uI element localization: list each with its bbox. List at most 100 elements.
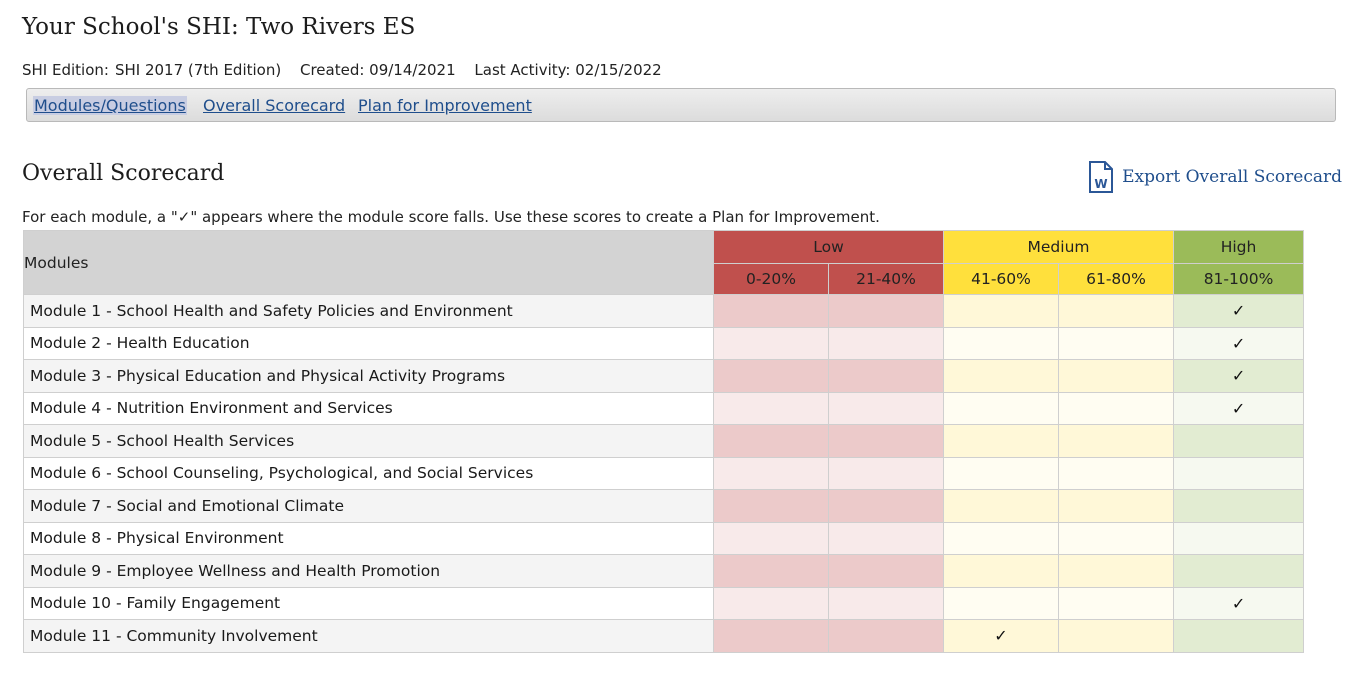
- score-cell: [713, 359, 829, 393]
- score-cell: [943, 294, 1059, 328]
- table-row: Module 3 - Physical Education and Physic…: [23, 359, 1305, 393]
- table-row: Module 4 - Nutrition Environment and Ser…: [23, 391, 1305, 425]
- score-cell: ✓: [1173, 391, 1305, 425]
- score-cell: [1057, 521, 1175, 555]
- created-date: Created: 09/14/2021: [299, 61, 456, 79]
- score-cell: [943, 456, 1059, 490]
- module-name: Module 9 - Employee Wellness and Health …: [23, 554, 714, 588]
- score-cell: [1173, 521, 1305, 555]
- score-cell: [1057, 586, 1175, 620]
- score-cell: [713, 554, 829, 588]
- word-document-icon: W: [1089, 161, 1114, 193]
- module-name: Module 2 - Health Education: [23, 326, 714, 360]
- check-mark-icon: ✓: [1231, 301, 1246, 321]
- range-header: 61-80%: [1057, 263, 1175, 295]
- table-row: Module 1 - School Health and Safety Poli…: [23, 294, 1305, 328]
- module-name: Module 11 - Community Involvement: [23, 619, 714, 653]
- score-cell: [1057, 424, 1175, 458]
- table-row: Module 7 - Social and Emotional Climate: [23, 489, 1305, 523]
- module-name: Module 8 - Physical Environment: [23, 521, 714, 555]
- score-cell: [1173, 619, 1305, 653]
- tab-modules-questions[interactable]: Modules/Questions: [33, 96, 187, 115]
- score-cell: [943, 521, 1059, 555]
- high-group-header: High: [1173, 230, 1305, 264]
- score-cell: [943, 326, 1059, 360]
- score-cell: ✓: [1173, 326, 1305, 360]
- range-header: 21-40%: [828, 263, 944, 295]
- score-cell: [828, 294, 944, 328]
- score-cell: [1057, 294, 1175, 328]
- module-name: Module 6 - School Counseling, Psychologi…: [23, 456, 714, 490]
- score-cell: [1173, 489, 1305, 523]
- module-name: Module 3 - Physical Education and Physic…: [23, 359, 714, 393]
- score-cell: [828, 326, 944, 360]
- page-title: Your School's SHI: Two Rivers ES: [22, 14, 416, 40]
- score-cell: [1173, 456, 1305, 490]
- score-cell: [713, 424, 829, 458]
- score-cell: [713, 521, 829, 555]
- table-row: Module 11 - Community Involvement ✓: [23, 619, 1305, 653]
- score-cell: [713, 326, 829, 360]
- score-cell: [1057, 326, 1175, 360]
- score-cell: [713, 294, 829, 328]
- score-cell: [1057, 391, 1175, 425]
- score-cell: [1173, 424, 1305, 458]
- table-row: Module 6 - School Counseling, Psychologi…: [23, 456, 1305, 490]
- last-activity-date: Last Activity: 02/15/2022: [474, 61, 662, 79]
- score-cell: [1057, 489, 1175, 523]
- score-cell: [943, 391, 1059, 425]
- table-row: Module 2 - Health Education ✓: [23, 326, 1305, 360]
- range-header: 81-100%: [1173, 263, 1305, 295]
- score-cell: [1057, 359, 1175, 393]
- word-icon-letter: W: [1095, 177, 1108, 191]
- score-cell: [713, 619, 829, 653]
- scorecard-body: Module 1 - School Health and Safety Poli…: [23, 294, 1305, 653]
- score-cell: [828, 554, 944, 588]
- score-cell: [1057, 619, 1175, 653]
- edition-value: SHI 2017 (7th Edition): [114, 61, 282, 79]
- score-cell: [943, 554, 1059, 588]
- table-row: Module 10 - Family Engagement ✓: [23, 586, 1305, 620]
- score-cell: ✓: [1173, 359, 1305, 393]
- page: Your School's SHI: Two Rivers ES SHI Edi…: [0, 0, 1349, 675]
- module-name: Module 4 - Nutrition Environment and Ser…: [23, 391, 714, 425]
- tab-plan-for-improvement[interactable]: Plan for Improvement: [358, 96, 532, 115]
- score-cell: [828, 359, 944, 393]
- export-scorecard-button[interactable]: W Export Overall Scorecard: [1088, 160, 1342, 194]
- module-name: Module 1 - School Health and Safety Poli…: [23, 294, 714, 328]
- export-scorecard-label: Export Overall Scorecard: [1122, 167, 1342, 187]
- score-cell: ✓: [1173, 586, 1305, 620]
- score-cell: [1057, 456, 1175, 490]
- check-mark-icon: ✓: [1231, 398, 1246, 418]
- score-cell: [1173, 554, 1305, 588]
- score-cell: [828, 619, 944, 653]
- range-header: 41-60%: [943, 263, 1059, 295]
- table-row: Module 9 - Employee Wellness and Health …: [23, 554, 1305, 588]
- low-group-header: Low: [713, 230, 944, 264]
- score-cell: ✓: [1173, 294, 1305, 328]
- modules-column-header: Modules: [23, 230, 714, 295]
- tab-overall-scorecard[interactable]: Overall Scorecard: [203, 96, 345, 115]
- score-cell: [828, 521, 944, 555]
- edition-label: SHI Edition:: [22, 61, 109, 79]
- score-cell: [1057, 554, 1175, 588]
- instructions-text: For each module, a "✓" appears where the…: [22, 208, 880, 226]
- section-title: Overall Scorecard: [22, 161, 225, 186]
- check-mark-icon: ✓: [1231, 333, 1246, 353]
- score-cell: [713, 586, 829, 620]
- tab-bar: Modules/Questions Overall Scorecard Plan…: [26, 88, 1336, 122]
- module-name: Module 7 - Social and Emotional Climate: [23, 489, 714, 523]
- score-cell: [943, 489, 1059, 523]
- module-name: Module 10 - Family Engagement: [23, 586, 714, 620]
- scorecard-table: Modules Low Medium High 0-20% 21-40% 41-…: [23, 230, 1305, 653]
- module-name: Module 5 - School Health Services: [23, 424, 714, 458]
- score-cell: [828, 424, 944, 458]
- check-mark-icon: ✓: [994, 626, 1008, 646]
- check-mark-icon: ✓: [1231, 366, 1246, 386]
- medium-group-header: Medium: [942, 230, 1175, 264]
- score-cell: [943, 586, 1059, 620]
- score-cell: [943, 359, 1059, 393]
- score-cell: [713, 391, 829, 425]
- shi-meta: SHI Edition: SHI 2017 (7th Edition) Creat…: [22, 61, 676, 79]
- score-cell: [713, 456, 829, 490]
